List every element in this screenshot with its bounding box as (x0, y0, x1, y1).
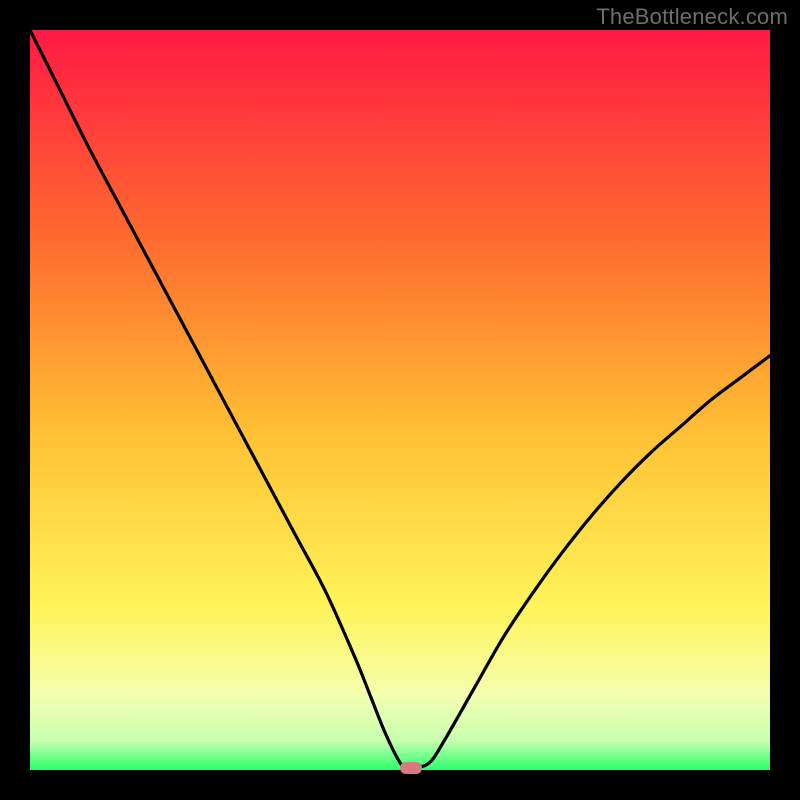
optimal-marker (400, 762, 422, 774)
chart-svg (30, 30, 770, 770)
gradient-background (30, 30, 770, 770)
watermark-text: TheBottleneck.com (596, 4, 788, 30)
plot-area (30, 30, 770, 770)
chart-frame: TheBottleneck.com (0, 0, 800, 800)
